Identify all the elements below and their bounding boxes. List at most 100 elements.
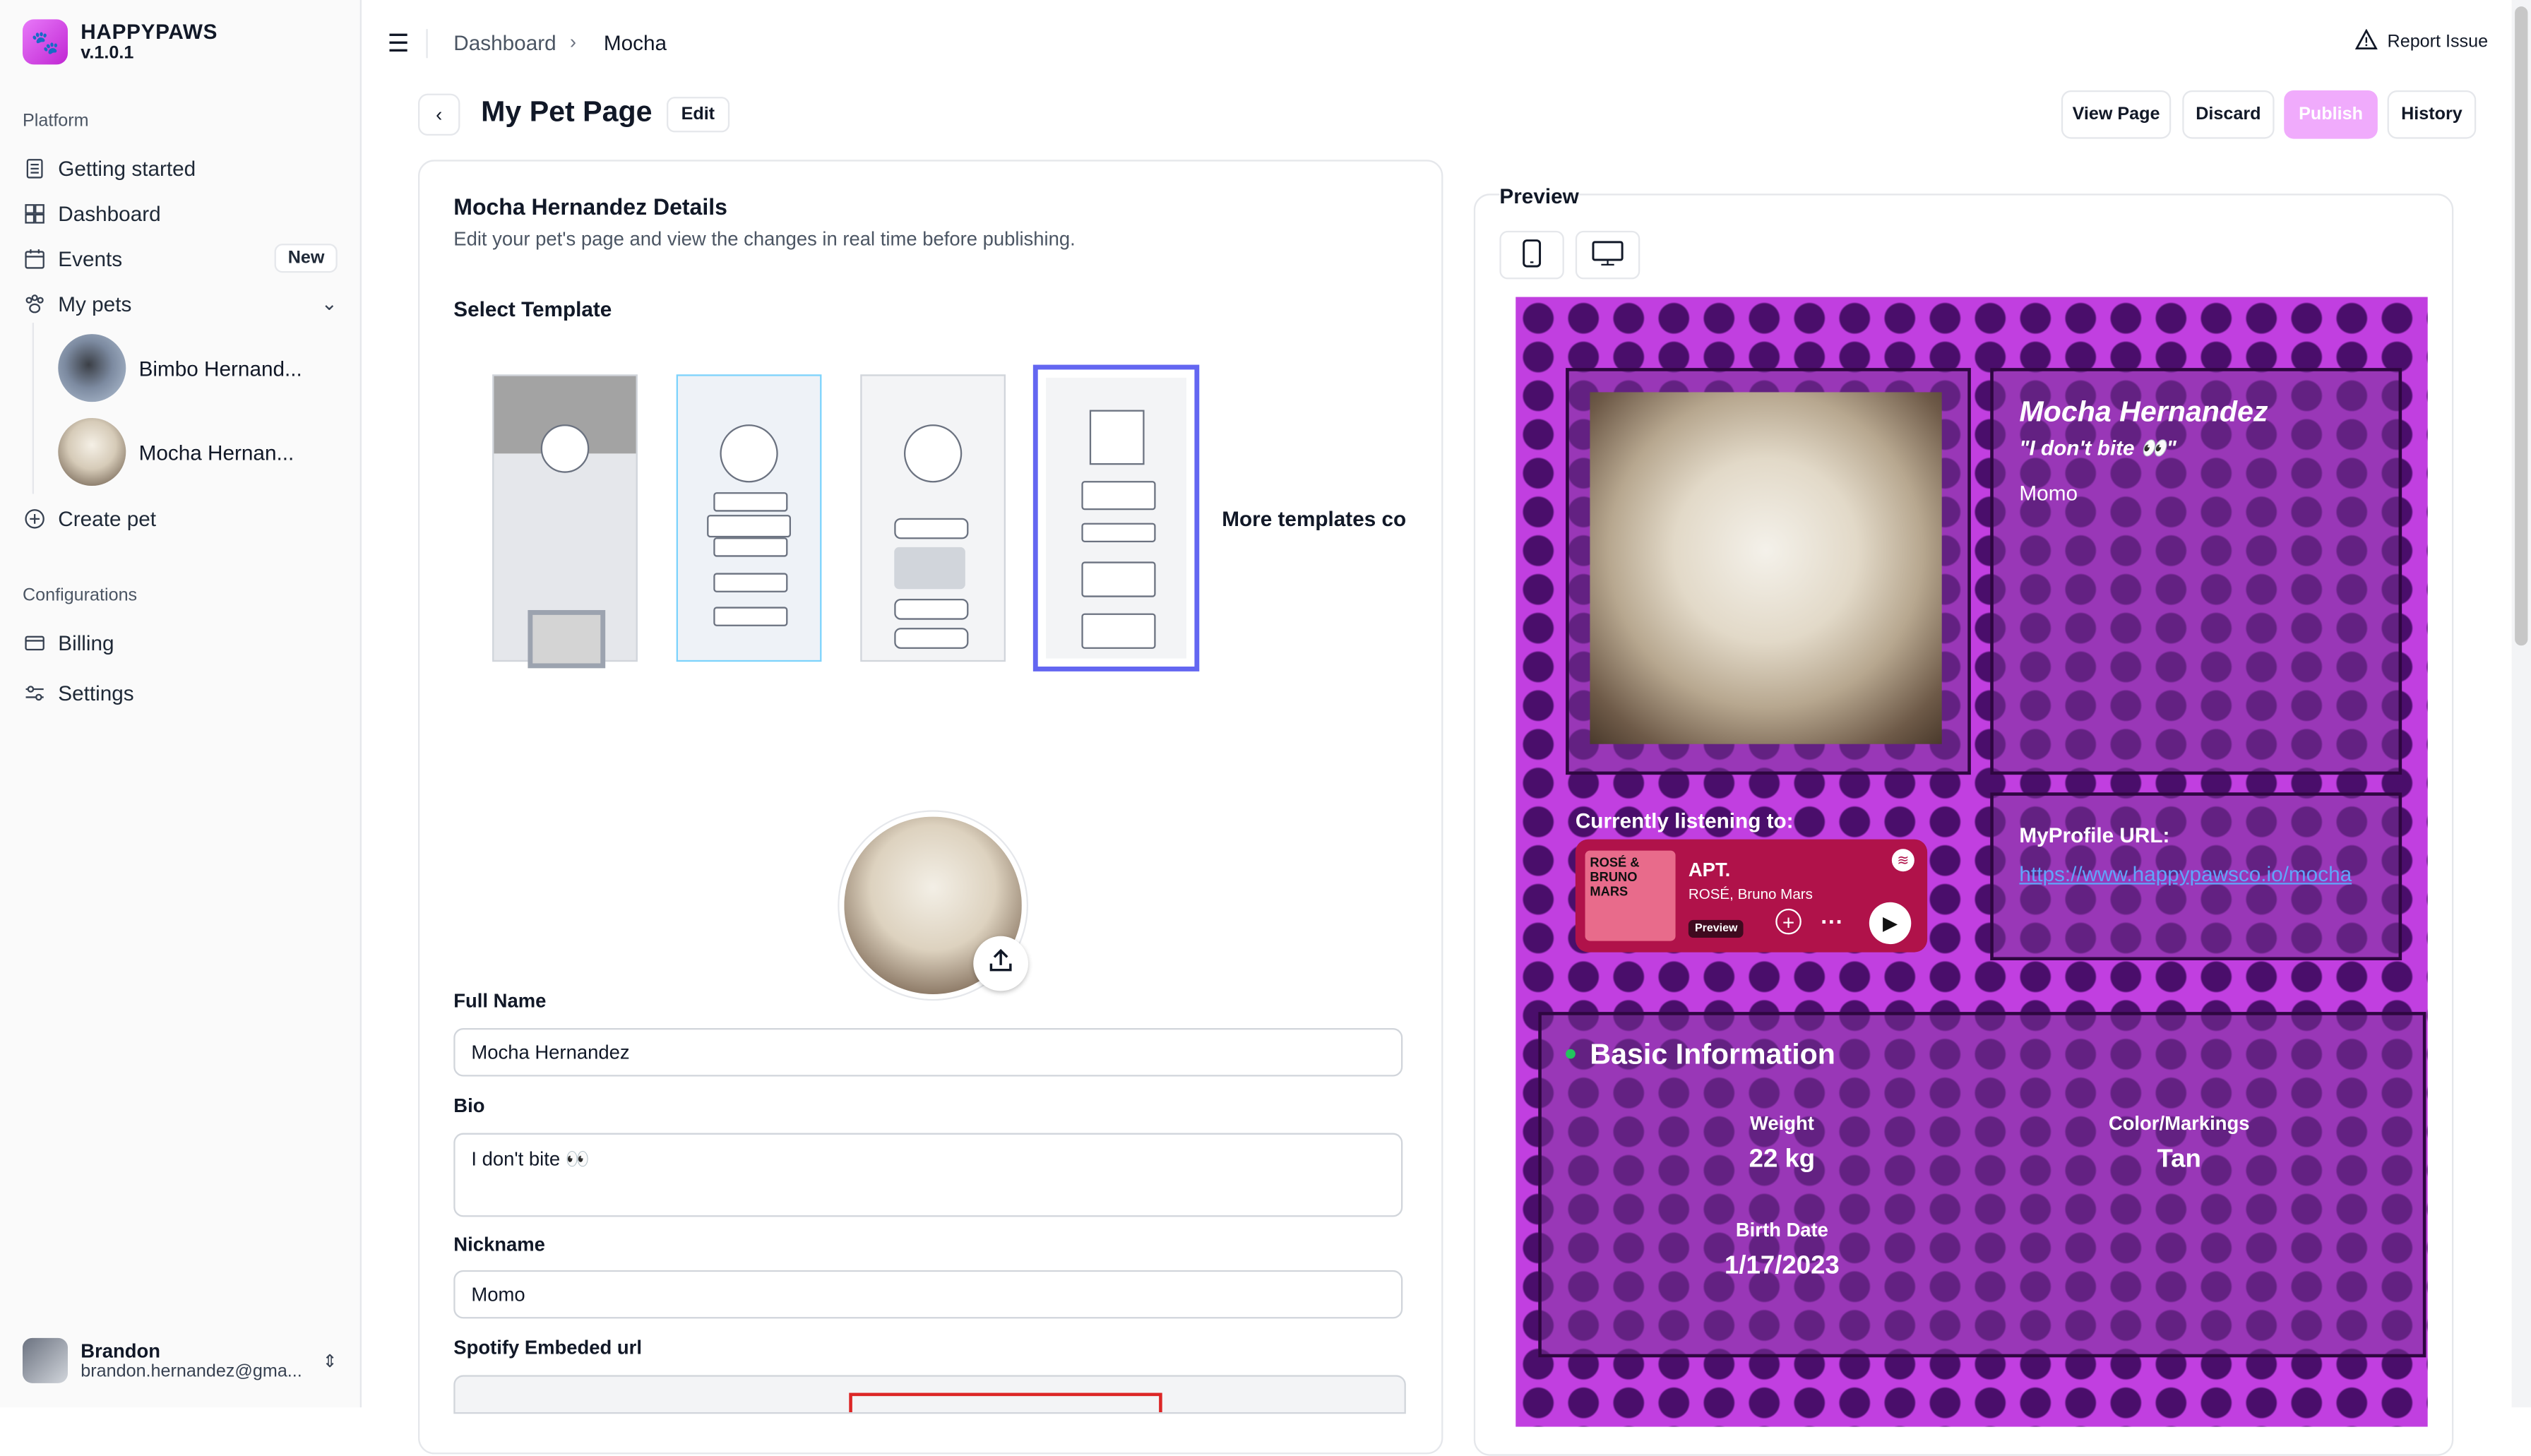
sidebar-item-settings[interactable]: Settings — [23, 673, 338, 712]
chevron-down-icon[interactable]: ⌄ — [321, 292, 338, 315]
nickname-label: Nickname — [453, 1233, 545, 1256]
discard-button[interactable]: Discard — [2182, 90, 2275, 139]
sidebar-pet-mocha[interactable]: Mocha Hernan... — [58, 417, 333, 486]
template-avatar — [1089, 410, 1145, 465]
sidebar-item-label: Billing — [58, 630, 114, 655]
sidebar-item-billing[interactable]: Billing — [23, 623, 338, 662]
template-box — [1081, 523, 1156, 542]
tree-line — [32, 323, 34, 494]
details-title: Mocha Hernandez Details — [453, 193, 727, 220]
phone-icon — [1522, 238, 1542, 272]
template-canvas — [1046, 377, 1186, 659]
calendar-icon — [23, 247, 45, 270]
add-icon[interactable]: + — [1775, 908, 1802, 935]
brand-name: HAPPYPAWS — [81, 18, 218, 43]
preview-bio: "I don't bite 👀" — [2019, 436, 2176, 460]
plus-circle-icon — [23, 507, 45, 530]
weight-label: Weight — [1749, 1111, 1814, 1135]
configurations-label: Configurations — [22, 585, 138, 606]
scrollbar-thumb[interactable] — [2515, 6, 2528, 646]
sidebar-item-dashboard[interactable]: Dashboard — [23, 193, 338, 232]
report-issue-button[interactable]: Report Issue — [2354, 28, 2489, 55]
sidebar-item-label: Settings — [58, 680, 134, 705]
history-button[interactable]: History — [2387, 90, 2477, 139]
breadcrumb-dashboard[interactable]: Dashboard — [453, 30, 556, 54]
details-subtitle: Edit your pet's page and view the change… — [453, 227, 1076, 251]
song-artist: ROSÉ, Bruno Mars — [1688, 885, 1813, 902]
nickname-input[interactable]: Momo — [453, 1270, 1403, 1319]
sidebar-item-label: My pets — [58, 291, 132, 316]
preview-nickname: Momo — [2019, 481, 2078, 506]
sidebar-item-getting-started[interactable]: Getting started — [23, 148, 338, 187]
template-option-2[interactable] — [676, 374, 822, 662]
new-badge: New — [275, 244, 338, 273]
publish-button[interactable]: Publish — [2284, 90, 2378, 139]
color-value: Tan — [2157, 1145, 2201, 1174]
spotify-icon: ≋ — [1891, 849, 1914, 872]
pet-photo — [1590, 392, 1942, 744]
details-card — [417, 160, 1443, 1455]
full-name-input[interactable]: Mocha Hernandez — [453, 1027, 1403, 1077]
status-dot-icon — [1566, 1049, 1576, 1059]
document-icon — [23, 157, 45, 179]
report-issue-label: Report Issue — [2387, 32, 2489, 52]
create-pet-label: Create pet — [58, 506, 157, 530]
divider — [426, 29, 428, 59]
sidebar-pet-bimbo[interactable]: Bimbo Hernand... — [58, 334, 333, 402]
template-option-4-selected[interactable] — [1032, 364, 1200, 672]
edit-button[interactable]: Edit — [666, 97, 729, 133]
birth-date-label: Birth Date — [1735, 1218, 1828, 1241]
upload-button[interactable] — [973, 936, 1028, 991]
template-option-1[interactable] — [492, 374, 638, 669]
create-pet-button[interactable]: Create pet — [23, 499, 338, 537]
spotify-url-label: Spotify Embeded url — [453, 1336, 642, 1359]
template-box — [707, 515, 791, 538]
album-art: ROSÉ & BRUNO MARS — [1585, 850, 1676, 941]
template-option-3[interactable] — [860, 374, 1006, 662]
user-menu[interactable]: Brandon brandon.hernandez@gma... ⇕ — [22, 1337, 338, 1383]
basic-info-title: Basic Information — [1590, 1037, 1835, 1070]
view-page-button[interactable]: View Page — [2061, 90, 2172, 139]
page-title: My Pet Page — [481, 95, 653, 128]
desktop-view-button[interactable] — [1575, 230, 1640, 280]
back-button[interactable]: ‹ — [417, 93, 460, 136]
menu-icon[interactable]: ☰ — [388, 29, 410, 58]
template-box — [894, 598, 969, 620]
chevron-left-icon: ‹ — [436, 103, 443, 126]
mobile-view-button[interactable] — [1499, 230, 1564, 280]
template-box — [894, 628, 969, 649]
credit-card-icon — [23, 631, 45, 654]
play-icon[interactable]: ▶ — [1869, 902, 1912, 945]
chevrons-up-down-icon: ⇕ — [322, 1351, 338, 1371]
more-icon[interactable]: ··· — [1821, 909, 1843, 935]
template-box — [713, 492, 788, 512]
preview-pet-name: Mocha Hernandez — [2019, 395, 2268, 428]
template-box — [528, 609, 606, 669]
template-avatar — [720, 424, 778, 483]
color-label: Color/Markings — [2108, 1111, 2250, 1135]
template-avatar — [540, 424, 590, 473]
profile-url-link[interactable]: https://www.happypawsco.io/mocha — [2019, 859, 2366, 891]
bio-label: Bio — [453, 1094, 485, 1117]
brand-version: v.1.0.1 — [81, 42, 134, 62]
select-template-label: Select Template — [453, 297, 612, 321]
warning-icon — [2354, 28, 2378, 55]
sliders-icon — [23, 681, 45, 704]
breadcrumb-current: Mocha — [603, 30, 667, 55]
sidebar-item-label: Dashboard — [58, 201, 161, 225]
avatar — [22, 1337, 68, 1383]
brand[interactable]: 🐾 HAPPYPAWS v.1.0.1 — [22, 18, 218, 65]
monitor-icon — [1592, 239, 1624, 270]
pet-avatar — [58, 417, 126, 486]
sidebar-item-events[interactable]: Events New — [23, 239, 338, 278]
preview-label: Preview — [1499, 184, 1579, 208]
listening-label: Currently listening to: — [1575, 808, 1794, 833]
bio-textarea[interactable]: I don't bite 👀 — [453, 1133, 1403, 1217]
more-templates-label: More templates cor — [1222, 506, 1406, 531]
template-box — [713, 573, 788, 592]
paw-logo-icon: 🐾 — [22, 19, 68, 65]
template-box — [1081, 561, 1156, 597]
user-email: brandon.hernandez@gma... — [81, 1362, 302, 1382]
sidebar-item-my-pets[interactable]: My pets ⌄ — [23, 284, 338, 323]
spotify-embed[interactable]: ROSÉ & BRUNO MARS APT. ROSÉ, Bruno Mars … — [1575, 839, 1928, 953]
